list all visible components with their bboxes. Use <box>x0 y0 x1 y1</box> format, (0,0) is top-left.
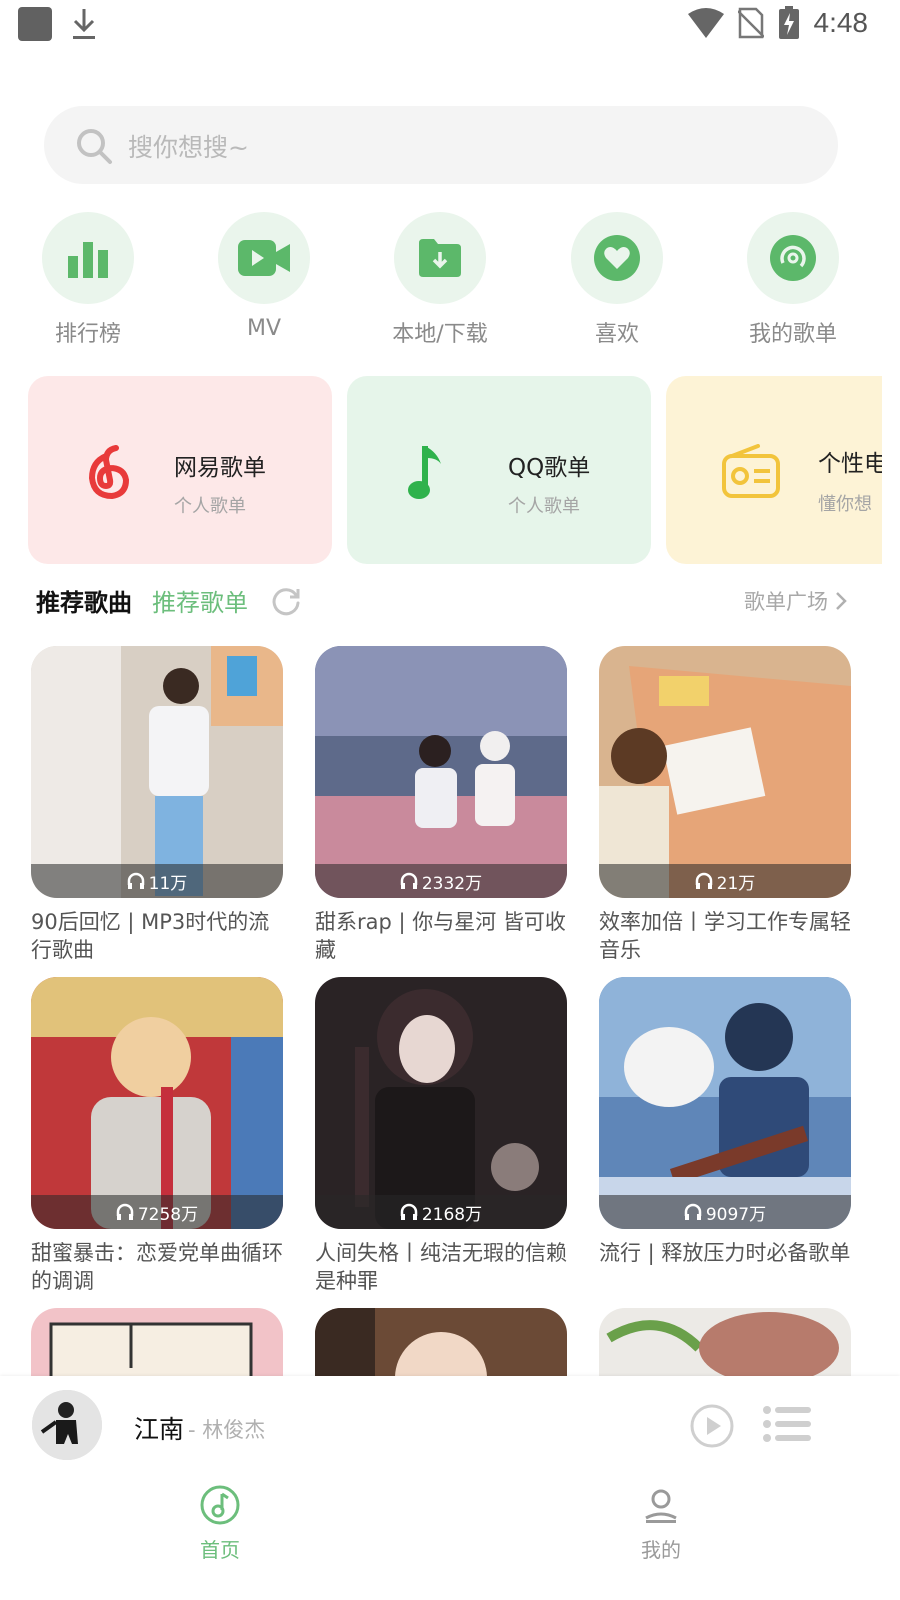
headphone-icon <box>127 872 144 889</box>
play-icon[interactable] <box>690 1404 734 1448</box>
play-count: 11万 <box>31 864 283 898</box>
playlist-cover: 2332万 <box>315 646 567 898</box>
playlist-card[interactable]: 2168万 人间失格丨纯洁无瑕的信赖是种罪 <box>315 977 567 1295</box>
play-count: 2332万 <box>315 864 567 898</box>
search-icon <box>77 129 112 164</box>
playlist-square-link[interactable]: 歌单广场 <box>744 586 848 616</box>
personal-radio-card[interactable]: 个性电 懂你想 <box>666 376 882 564</box>
play-count: 9097万 <box>599 1195 851 1229</box>
source-card-subtitle: 个人歌单 <box>174 496 246 517</box>
playlist-card[interactable] <box>599 1308 851 1376</box>
headphone-icon <box>684 1203 702 1220</box>
source-card-subtitle: 个人歌单 <box>508 496 580 517</box>
playlist-title: 流行 | 释放压力时必备歌单 <box>599 1241 851 1265</box>
playlist-card[interactable]: 7258万 甜蜜暴击：恋爱党单曲循环的调调 <box>31 977 283 1295</box>
profile-icon <box>645 1489 677 1523</box>
radio-icon <box>722 444 780 498</box>
playlist-cover: 7258万 <box>31 977 283 1229</box>
headphone-icon <box>400 872 418 889</box>
nav-home-label: 首页 <box>200 1538 240 1562</box>
chevron-right-icon <box>836 592 847 610</box>
playlist-cover <box>599 1308 851 1376</box>
tab-recommended-songs[interactable]: 推荐歌曲 <box>36 583 132 618</box>
quick-entry-favorites[interactable]: 喜欢 <box>547 212 687 348</box>
headphone-icon <box>695 872 712 889</box>
quick-entry-label: MV <box>246 316 282 341</box>
playlist-cover <box>31 1308 283 1376</box>
clock: 4:48 <box>813 7 869 38</box>
playlist-card[interactable]: 2332万 甜系rap | 你与星河 皆可收藏 <box>315 646 567 964</box>
download-notification-icon <box>73 9 95 39</box>
refresh-icon[interactable] <box>270 585 302 617</box>
source-cards-row: 网易歌单 个人歌单 QQ歌单 个人歌单 个性电 懂你想 <box>0 376 882 566</box>
playlist-cover: 9097万 <box>599 977 851 1229</box>
playlist-title: 90后回忆 | MP3时代的流行歌曲 <box>31 910 270 962</box>
now-playing-cover <box>32 1390 102 1460</box>
playlist-card[interactable]: 11万 90后回忆 | MP3时代的流行歌曲 <box>31 646 283 964</box>
headphone-icon <box>400 1203 418 1220</box>
playlist-square-label: 歌单广场 <box>744 590 828 614</box>
nav-mine-label: 我的 <box>641 1538 681 1562</box>
chart-icon <box>68 242 108 278</box>
quick-entry-mv[interactable]: MV <box>194 212 334 341</box>
quick-entry-label: 喜欢 <box>594 322 639 347</box>
music-disc-icon <box>200 1485 240 1525</box>
play-count: 2168万 <box>315 1195 567 1229</box>
heart-icon <box>594 235 640 281</box>
quick-entry-label: 排行榜 <box>54 322 121 347</box>
qq-playlist-card[interactable]: QQ歌单 个人歌单 <box>347 376 651 564</box>
playlist-disc-icon <box>770 235 816 281</box>
playlist-title: 效率加倍丨学习工作专属轻音乐 <box>599 910 851 962</box>
search-placeholder: 搜你想搜~ <box>128 133 249 162</box>
playlist-card[interactable] <box>31 1308 283 1376</box>
download-folder-icon <box>419 239 461 277</box>
playlist-grid: 11万 90后回忆 | MP3时代的流行歌曲 2332万 甜系rap | 你与星… <box>0 646 900 1376</box>
now-playing-title: 江南 <box>134 1415 185 1444</box>
now-playing-artist: - 林俊杰 <box>188 1418 266 1442</box>
quick-entry-label: 本地/下载 <box>392 322 488 347</box>
headphone-icon <box>116 1203 134 1220</box>
video-icon <box>238 240 290 276</box>
battery-charging-icon <box>778 6 799 39</box>
playlist-cover: 2168万 <box>315 977 567 1229</box>
wifi-icon <box>687 8 724 38</box>
status-bar: 4:48 <box>0 0 900 50</box>
search-input[interactable]: 搜你想搜~ <box>44 106 838 184</box>
no-sim-icon <box>737 7 764 39</box>
playlist-cover: 11万 <box>31 646 283 898</box>
netease-icon <box>88 445 130 500</box>
playlist-card[interactable]: 9097万 流行 | 释放压力时必备歌单 <box>599 977 851 1295</box>
bottom-nav: 首页 我的 <box>0 1476 900 1600</box>
play-count: 21万 <box>599 864 851 898</box>
netease-playlist-card[interactable]: 网易歌单 个人歌单 <box>28 376 332 564</box>
playlist-card[interactable] <box>315 1308 567 1376</box>
quick-entry-charts[interactable]: 排行榜 <box>18 212 158 348</box>
qq-music-note-icon <box>408 446 441 499</box>
tab-recommended-playlists[interactable]: 推荐歌单 <box>152 583 248 618</box>
playlist-title: 甜系rap | 你与星河 皆可收藏 <box>315 910 566 962</box>
source-card-title: 个性电 <box>818 451 882 477</box>
quick-entry-my-playlists[interactable]: 我的歌单 <box>723 212 863 348</box>
quick-entry-label: 我的歌单 <box>748 322 837 347</box>
play-count: 7258万 <box>31 1195 283 1229</box>
notification-app-icon <box>18 7 52 41</box>
playlist-title: 甜蜜暴击：恋爱党单曲循环的调调 <box>31 1241 283 1293</box>
source-card-title: 网易歌单 <box>174 455 266 481</box>
playlist-cover <box>315 1308 567 1376</box>
playlist-cover: 21万 <box>599 646 851 898</box>
source-card-subtitle: 懂你想 <box>818 494 872 515</box>
playlist-card[interactable]: 21万 效率加倍丨学习工作专属轻音乐 <box>599 646 851 964</box>
nav-mine[interactable]: 我的 <box>581 1484 741 1563</box>
source-card-title: QQ歌单 <box>508 455 591 481</box>
quick-entry-local-download[interactable]: 本地/下载 <box>370 212 510 348</box>
playlist-queue-icon[interactable] <box>763 1404 811 1444</box>
playlist-title: 人间失格丨纯洁无瑕的信赖是种罪 <box>315 1241 567 1293</box>
nav-home[interactable]: 首页 <box>140 1484 300 1563</box>
mini-player[interactable]: 江南 - 林俊杰 <box>0 1376 900 1476</box>
